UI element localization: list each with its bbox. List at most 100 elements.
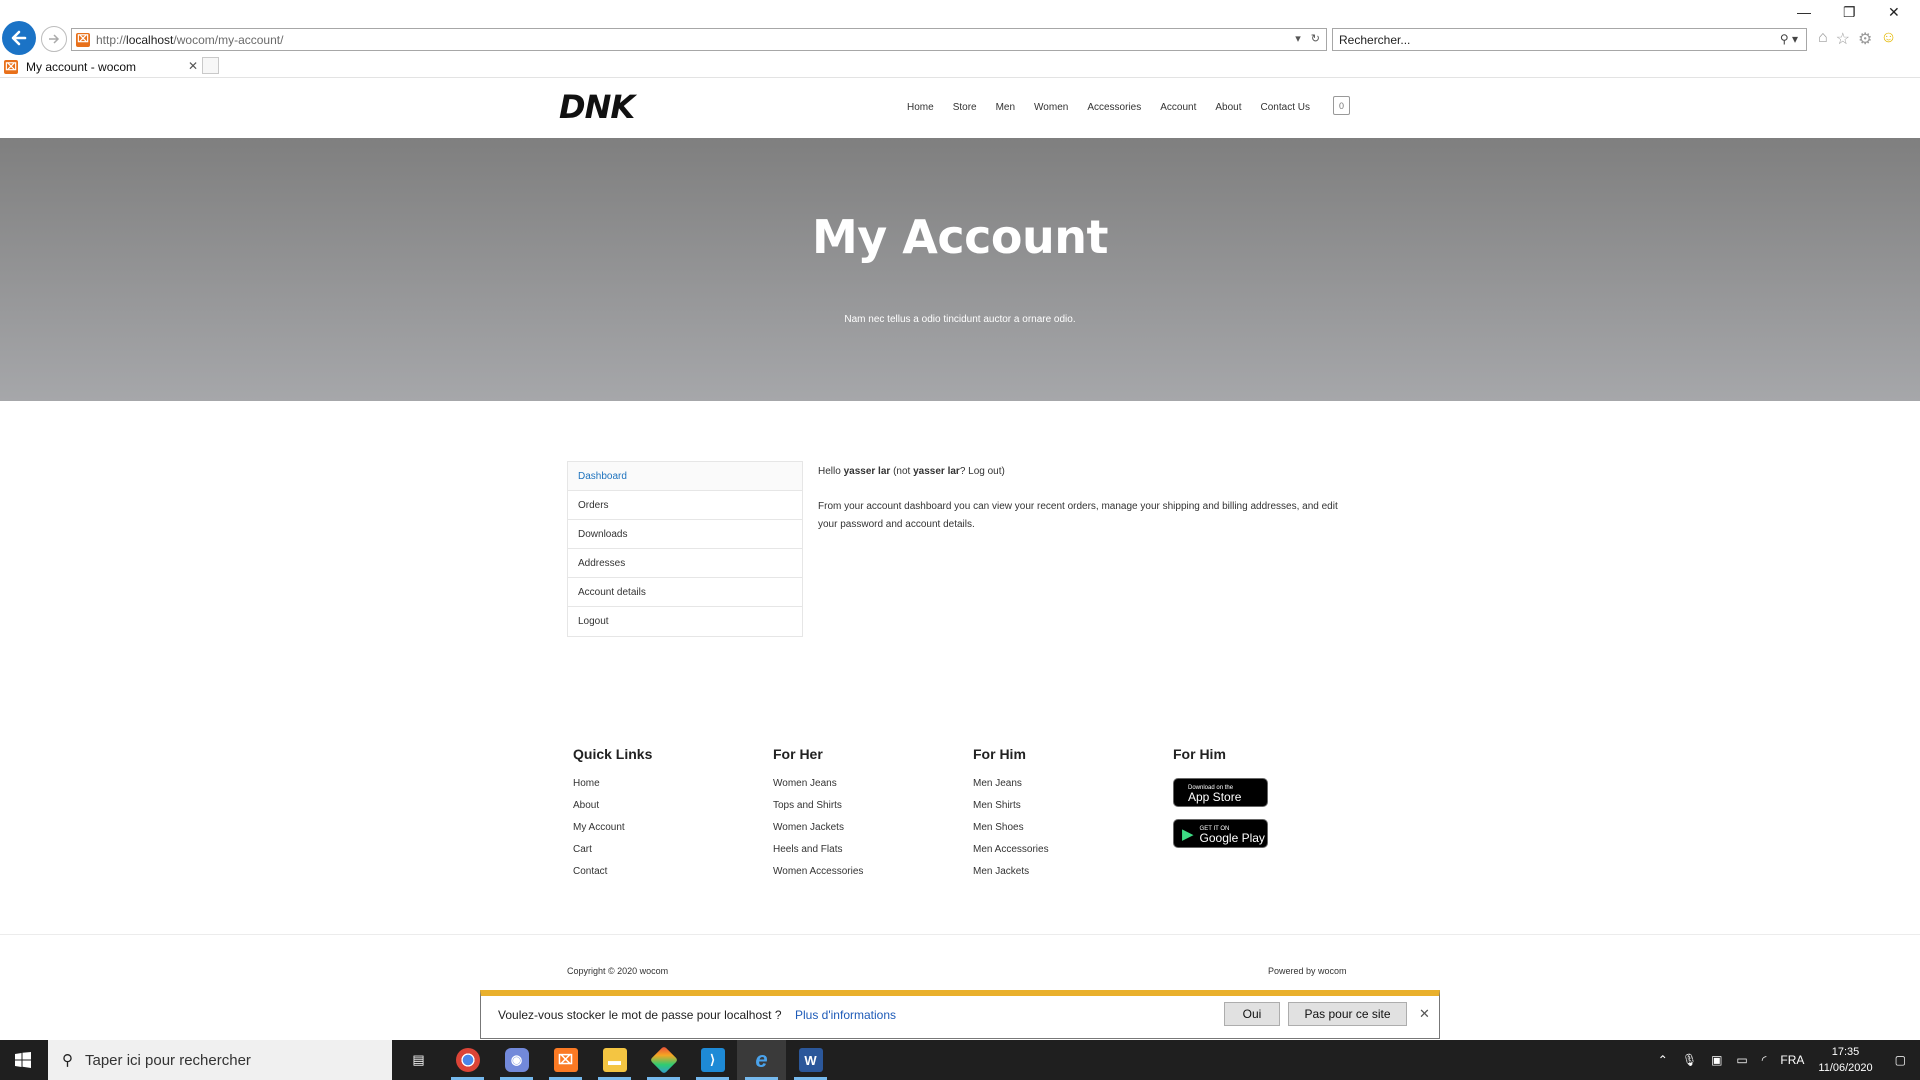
- gitkraken-app[interactable]: [639, 1040, 688, 1080]
- app-store-badge[interactable]: Download on the App Store: [1173, 778, 1268, 807]
- copyright-text: Copyright © 2020 wocom: [567, 966, 669, 976]
- dropdown-icon[interactable]: ▾: [1295, 32, 1301, 45]
- footer-link[interactable]: Cart: [573, 844, 652, 866]
- task-view-icon: ▤: [412, 1052, 425, 1067]
- nav-contact[interactable]: Contact Us: [1261, 102, 1310, 113]
- nav-account[interactable]: Account: [1160, 102, 1196, 113]
- wifi-icon[interactable]: ◜: [1762, 1053, 1767, 1067]
- footer-apps: For Him Download on the App Store ▶ GET I…: [1173, 746, 1268, 860]
- site-favicon-icon: ⌧: [76, 32, 90, 47]
- search-icon[interactable]: ⚲ ▾: [1780, 32, 1798, 46]
- footer-for-her: For Her Women Jeans Tops and Shirts Wome…: [773, 746, 863, 888]
- greeting: Hello yasser lar (not yasser lar? Log ou…: [818, 466, 1005, 477]
- search-icon: ⚲: [62, 1052, 73, 1069]
- system-tray: ⌃ 🎙 ▣ ▭ ◜ FRA 17:35 11/06/2020 ▢: [1658, 1040, 1920, 1080]
- google-play-badge[interactable]: ▶ GET IT ON Google Play: [1173, 819, 1268, 848]
- word-icon: W: [798, 1048, 823, 1072]
- footer-link[interactable]: Women Jackets: [773, 822, 863, 844]
- logout-link[interactable]: Log out: [968, 466, 1001, 477]
- arrow-right-icon: [49, 34, 60, 44]
- nav-home[interactable]: Home: [907, 102, 934, 113]
- forward-button[interactable]: [41, 26, 67, 52]
- smiley-icon[interactable]: ☺: [1880, 29, 1896, 49]
- chrome-app[interactable]: [443, 1040, 492, 1080]
- browser-chrome: ⌧ http://localhost/wocom/my-account/ ▾ ↻…: [0, 0, 1920, 78]
- footer-link[interactable]: Heels and Flats: [773, 844, 863, 866]
- internet-explorer-app[interactable]: e: [737, 1040, 786, 1080]
- footer-heading: Quick Links: [573, 746, 653, 762]
- vscode-app[interactable]: ⟩: [688, 1040, 737, 1080]
- nav-accessories[interactable]: Accessories: [1087, 102, 1141, 113]
- discord-app[interactable]: ◉: [492, 1040, 541, 1080]
- dashboard-description: From your account dashboard you can view…: [818, 501, 1338, 530]
- browser-search-input[interactable]: Rechercher... ⚲ ▾: [1332, 28, 1807, 51]
- xampp-icon: ⌧: [553, 1048, 578, 1072]
- xampp-app[interactable]: ⌧: [541, 1040, 590, 1080]
- footer-link[interactable]: Women Jeans: [773, 778, 863, 800]
- microphone-icon[interactable]: 🎙: [1682, 1053, 1697, 1067]
- footer-link[interactable]: Contact: [573, 866, 652, 888]
- back-button[interactable]: [2, 21, 36, 55]
- account-nav-dashboard[interactable]: Dashboard: [568, 462, 802, 491]
- taskbar-search[interactable]: ⚲ Taper ici pour rechercher: [48, 1040, 392, 1080]
- address-bar[interactable]: ⌧ http://localhost/wocom/my-account/ ▾ ↻: [71, 28, 1327, 51]
- play-icon: ▶: [1182, 825, 1194, 843]
- account-nav-logout[interactable]: Logout: [568, 607, 802, 636]
- tab-favicon-icon: ⌧: [4, 60, 18, 74]
- more-info-link[interactable]: Plus d'informations: [795, 1008, 896, 1022]
- cart-icon[interactable]: 0: [1333, 96, 1350, 115]
- account-nav-orders[interactable]: Orders: [568, 491, 802, 520]
- footer-link[interactable]: Home: [573, 778, 652, 800]
- clock[interactable]: 17:35 11/06/2020: [1818, 1044, 1872, 1076]
- display-icon[interactable]: ▣: [1711, 1053, 1722, 1067]
- nav-women[interactable]: Women: [1034, 102, 1068, 113]
- footer-link[interactable]: Men Jeans: [973, 778, 1049, 800]
- restore-icon[interactable]: ❐: [1843, 4, 1856, 21]
- refresh-icon[interactable]: ↻: [1311, 32, 1320, 45]
- browser-tab[interactable]: ⌧ My account - wocom ✕: [4, 56, 198, 78]
- home-icon[interactable]: ⌂: [1818, 29, 1828, 49]
- footer-link[interactable]: Women Accessories: [773, 866, 863, 888]
- main-nav: Home Store Men Women Accessories Account…: [907, 102, 1329, 113]
- account-nav-account-details[interactable]: Account details: [568, 578, 802, 607]
- language-indicator[interactable]: FRA: [1780, 1053, 1804, 1067]
- notifications-icon[interactable]: ▢: [1895, 1053, 1906, 1067]
- not-for-this-site-button[interactable]: Pas pour ce site: [1288, 1002, 1407, 1026]
- tab-close-icon[interactable]: ✕: [188, 59, 198, 73]
- close-icon[interactable]: ✕: [1419, 1006, 1430, 1022]
- nav-store[interactable]: Store: [953, 102, 977, 113]
- address-url[interactable]: http://localhost/wocom/my-account/: [96, 33, 283, 47]
- footer-link[interactable]: My Account: [573, 822, 652, 844]
- nav-about[interactable]: About: [1215, 102, 1241, 113]
- close-window-icon[interactable]: ✕: [1888, 4, 1900, 21]
- username: yasser lar: [843, 466, 891, 477]
- task-view-button[interactable]: ▤: [394, 1040, 443, 1080]
- account-nav-downloads[interactable]: Downloads: [568, 520, 802, 549]
- arrow-left-icon: [11, 30, 27, 46]
- footer-link[interactable]: Men Jackets: [973, 866, 1049, 888]
- footer-link[interactable]: Men Accessories: [973, 844, 1049, 866]
- gear-icon[interactable]: ⚙: [1858, 29, 1872, 49]
- footer-link[interactable]: Men Shirts: [973, 800, 1049, 822]
- nav-men[interactable]: Men: [996, 102, 1015, 113]
- powered-by-text: Powered by wocom: [1268, 966, 1347, 976]
- star-icon[interactable]: ☆: [1836, 29, 1850, 49]
- footer-link[interactable]: Tops and Shirts: [773, 800, 863, 822]
- save-password-bar: Voulez-vous stocker le mot de passe pour…: [480, 990, 1440, 1039]
- battery-icon[interactable]: ▭: [1736, 1053, 1747, 1067]
- account-content: Hello yasser lar (not yasser lar? Log ou…: [818, 463, 1348, 534]
- file-explorer-app[interactable]: ▬: [590, 1040, 639, 1080]
- discord-icon: ◉: [504, 1048, 529, 1072]
- word-app[interactable]: W: [786, 1040, 835, 1080]
- footer-for-him: For Him Men Jeans Men Shirts Men Shoes M…: [973, 746, 1049, 888]
- account-nav-addresses[interactable]: Addresses: [568, 549, 802, 578]
- minimize-icon[interactable]: —: [1797, 4, 1811, 20]
- vscode-icon: ⟩: [700, 1048, 725, 1072]
- site-logo[interactable]: DNK: [559, 88, 635, 126]
- new-tab-button[interactable]: [202, 57, 219, 74]
- chevron-up-icon[interactable]: ⌃: [1658, 1053, 1668, 1067]
- start-button[interactable]: [0, 1040, 46, 1080]
- yes-button[interactable]: Oui: [1224, 1002, 1280, 1026]
- footer-link[interactable]: Men Shoes: [973, 822, 1049, 844]
- footer-link[interactable]: About: [573, 800, 652, 822]
